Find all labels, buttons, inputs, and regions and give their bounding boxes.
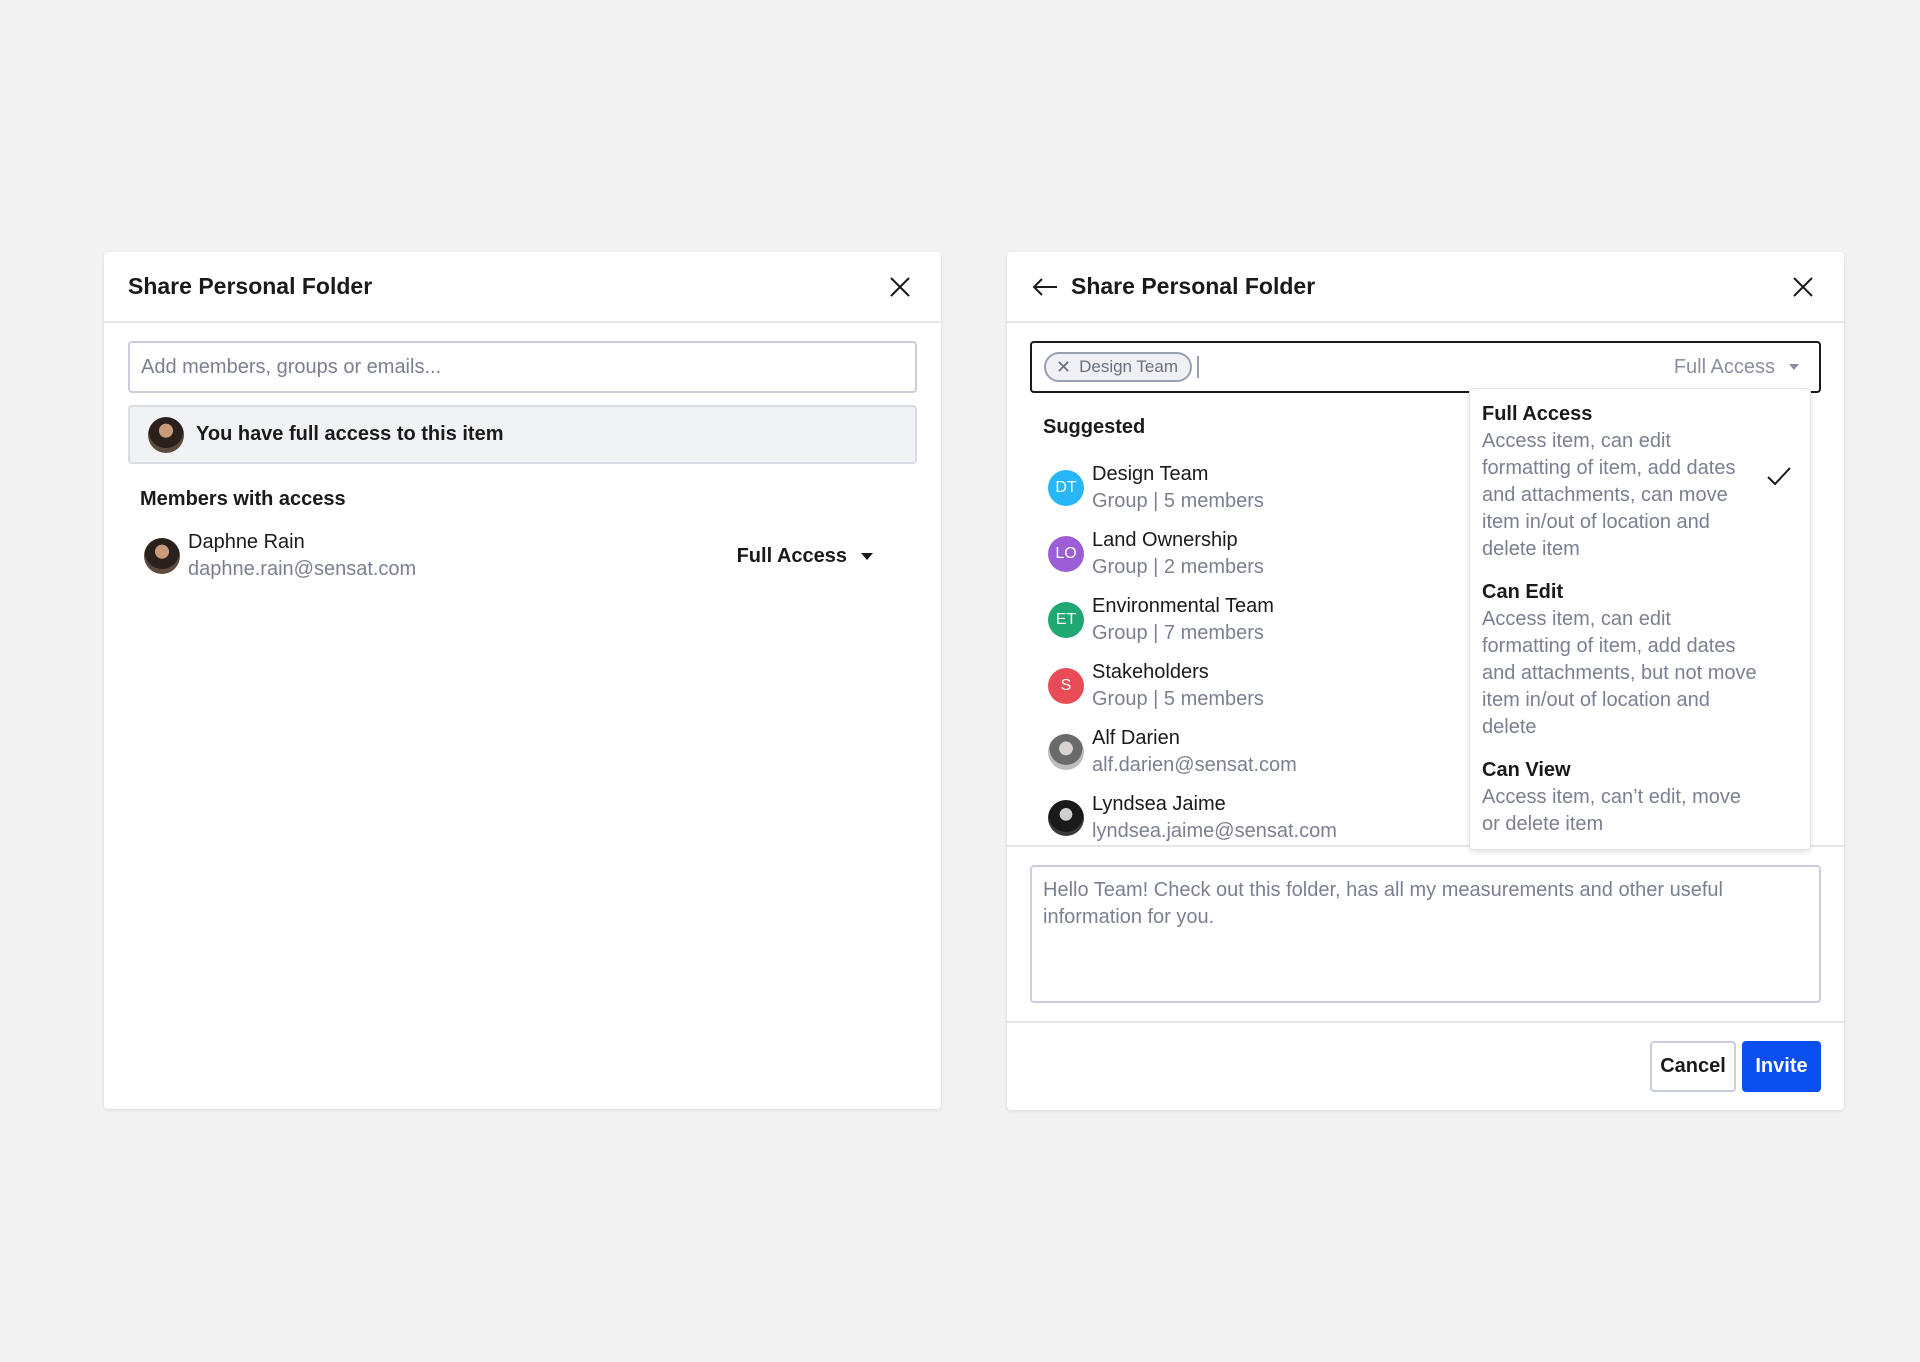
avatar-initials: S <box>1048 668 1084 704</box>
permission-dropdown-menu: Full Access Access item, can edit format… <box>1469 388 1811 850</box>
arrow-left-icon[interactable] <box>1031 276 1059 298</box>
list-item-name: Design Team <box>1092 463 1209 485</box>
modal-header: Share Personal Folder <box>1007 252 1844 323</box>
list-item-sub: Group | 2 members <box>1092 556 1264 578</box>
list-item-name: Alf Darien <box>1092 727 1180 749</box>
chip-label: Design Team <box>1079 357 1178 376</box>
close-icon[interactable] <box>1792 276 1814 298</box>
suggested-label: Suggested <box>1043 416 1146 438</box>
list-item-name: Lyndsea Jaime <box>1092 793 1226 815</box>
share-modal-right: Share Personal Folder ✕ Design Team Full… <box>1007 252 1844 1110</box>
member-row: Daphne Rain daphne.rain@sensat.com Full … <box>144 528 873 584</box>
recipient-chip: ✕ Design Team <box>1044 352 1192 382</box>
message-text: Hello Team! Check out this folder, has a… <box>1043 879 1723 928</box>
x-icon[interactable]: ✕ <box>1056 357 1071 378</box>
permission-option-can-view[interactable]: Can View Access item, can’t edit, move o… <box>1482 757 1810 838</box>
option-title: Can View <box>1482 759 1571 781</box>
list-item[interactable]: LO Land Ownership Group | 2 members <box>1048 521 1448 587</box>
access-level-label: Full Access <box>736 544 847 567</box>
add-members-field[interactable] <box>128 341 917 393</box>
list-item-sub: Group | 5 members <box>1092 490 1264 512</box>
list-item-info: Stakeholders Group | 5 members <box>1092 659 1264 713</box>
list-item-name: Land Ownership <box>1092 529 1238 551</box>
list-item[interactable]: S Stakeholders Group | 5 members <box>1048 653 1448 719</box>
divider <box>1007 1021 1844 1023</box>
message-textarea[interactable]: Hello Team! Check out this folder, has a… <box>1030 865 1821 1003</box>
list-item-name: Environmental Team <box>1092 595 1274 617</box>
member-info: Daphne Rain daphne.rain@sensat.com <box>188 529 416 583</box>
avatar-initials: ET <box>1048 602 1084 638</box>
list-item-info: Environmental Team Group | 7 members <box>1092 593 1274 647</box>
modal-title: Share Personal Folder <box>128 273 373 299</box>
option-description: Access item, can edit formatting of item… <box>1482 608 1757 738</box>
list-item-name: Stakeholders <box>1092 661 1209 683</box>
list-item-info: Alf Darien alf.darien@sensat.com <box>1092 725 1297 779</box>
access-level-select[interactable]: Full Access <box>737 545 873 568</box>
avatar-initials: LO <box>1048 536 1084 572</box>
list-item-info: Land Ownership Group | 2 members <box>1092 527 1264 581</box>
member-name: Daphne Rain <box>188 531 305 553</box>
avatar <box>148 416 184 453</box>
list-item-sub: Group | 5 members <box>1092 688 1264 710</box>
list-item[interactable]: Alf Darien alf.darien@sensat.com <box>1048 719 1448 785</box>
list-item-sub: alf.darien@sensat.com <box>1092 754 1297 776</box>
suggested-list: DT Design Team Group | 5 members LO Land… <box>1048 455 1448 851</box>
option-title: Can Edit <box>1482 581 1564 603</box>
add-members-input[interactable] <box>141 355 904 379</box>
option-title: Full Access <box>1482 403 1593 425</box>
check-icon <box>1767 467 1791 486</box>
modal-header: Share Personal Folder <box>104 252 941 323</box>
avatar <box>144 538 180 574</box>
permission-selected-label: Full Access <box>1673 355 1775 378</box>
modal-title: Share Personal Folder <box>1071 273 1316 299</box>
members-with-access-label: Members with access <box>140 488 346 510</box>
access-notice-text: You have full access to this item <box>196 423 504 445</box>
access-notice: You have full access to this item <box>128 405 917 464</box>
avatar-initials: DT <box>1048 470 1084 506</box>
caret-down-icon <box>861 552 873 560</box>
close-icon[interactable] <box>889 276 911 298</box>
permission-option-can-edit[interactable]: Can Edit Access item, can edit formattin… <box>1482 579 1810 741</box>
option-description: Access item, can edit formatting of item… <box>1482 430 1736 560</box>
list-item-sub: Group | 7 members <box>1092 622 1264 644</box>
avatar <box>1048 800 1084 836</box>
permission-dropdown-trigger[interactable]: Full Access <box>1674 356 1807 379</box>
member-email: daphne.rain@sensat.com <box>188 558 417 580</box>
list-item[interactable]: Lyndsea Jaime lyndsea.jaime@sensat.com <box>1048 785 1448 851</box>
permission-option-full-access[interactable]: Full Access Access item, can edit format… <box>1482 401 1810 563</box>
recipients-input[interactable]: ✕ Design Team Full Access <box>1030 341 1821 393</box>
avatar <box>1048 734 1084 770</box>
list-item[interactable]: ET Environmental Team Group | 7 members <box>1048 587 1448 653</box>
list-item-info: Lyndsea Jaime lyndsea.jaime@sensat.com <box>1092 791 1337 845</box>
option-description: Access item, can’t edit, move or delete … <box>1482 786 1741 835</box>
text-cursor <box>1197 356 1199 378</box>
share-modal-left: Share Personal Folder You have full acce… <box>104 252 941 1109</box>
list-item-sub: lyndsea.jaime@sensat.com <box>1092 820 1337 842</box>
list-item-info: Design Team Group | 5 members <box>1092 461 1264 515</box>
caret-down-icon <box>1789 364 1799 370</box>
invite-button[interactable]: Invite <box>1742 1041 1821 1092</box>
cancel-button[interactable]: Cancel <box>1650 1041 1736 1092</box>
list-item[interactable]: DT Design Team Group | 5 members <box>1048 455 1448 521</box>
